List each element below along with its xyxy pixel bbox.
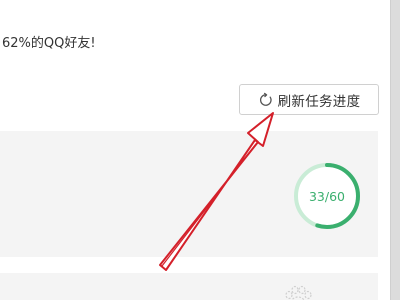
- refresh-progress-label: 刷新任务进度: [277, 93, 361, 110]
- task-progress-text: 33/60: [308, 188, 346, 204]
- headline-text: 62%的QQ好友!: [2, 36, 96, 51]
- refresh-icon: [258, 92, 274, 108]
- refresh-progress-button[interactable]: 刷新任务进度: [239, 84, 379, 115]
- task-page: 62%的QQ好友! 刷新任务进度 33/60: [0, 0, 390, 300]
- scrollbar[interactable]: [390, 0, 400, 300]
- task-card-next: [0, 273, 378, 300]
- paw-icon: [280, 284, 316, 300]
